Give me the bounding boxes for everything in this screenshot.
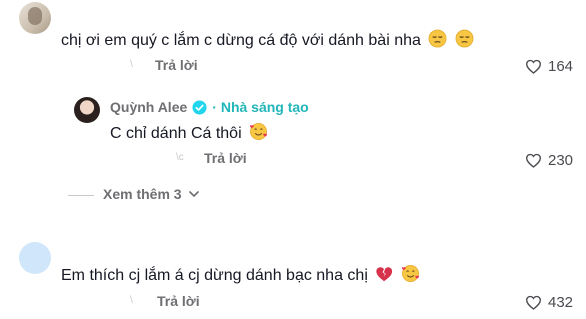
smiling-face-with-hearts-icon: [401, 265, 419, 282]
like-count: 230: [548, 152, 574, 169]
view-more-button[interactable]: Xem thêm 3: [103, 186, 200, 202]
pensive-face-icon: [455, 29, 474, 48]
timestamp-faded: \: [130, 59, 133, 70]
like-count: 432: [548, 294, 574, 311]
username[interactable]: Quỳnh Alee: [110, 99, 187, 115]
view-more-label: Xem thêm 3: [103, 186, 182, 202]
comment-text: Em thích cj lắm á cj dừng dánh bạc nha c…: [61, 264, 420, 285]
verified-icon: [192, 99, 207, 115]
smiling-face-with-hearts-icon: [250, 123, 268, 140]
reply-button[interactable]: Trả lời: [204, 150, 247, 166]
comment-text: chị ơi em quý c lắm c dừng cá độ với dán…: [61, 29, 474, 50]
pensive-face-icon: [428, 29, 447, 48]
reply-header: Quỳnh Alee · Nhà sáng tạo: [110, 99, 309, 115]
reply-button[interactable]: Trả lời: [155, 57, 198, 73]
timestamp-faded: \: [130, 295, 133, 306]
chevron-down-icon: [188, 191, 199, 197]
like-button[interactable]: 432: [525, 294, 573, 311]
avatar[interactable]: [19, 242, 51, 274]
like-count: 164: [548, 58, 574, 75]
timestamp-faded: \c: [176, 152, 184, 163]
reply-button[interactable]: Trả lời: [157, 293, 200, 309]
creator-label: · Nhà sáng tạo: [212, 99, 309, 115]
like-button[interactable]: 230: [525, 152, 573, 169]
avatar[interactable]: [19, 2, 51, 34]
heart-outline-icon: [525, 153, 542, 168]
reply-text: C chỉ dánh Cá thôi: [110, 122, 268, 143]
heart-outline-icon: [525, 295, 542, 310]
broken-heart-icon: [376, 267, 393, 282]
divider-line: [68, 195, 94, 196]
heart-outline-icon: [525, 59, 542, 74]
like-button[interactable]: 164: [525, 58, 573, 75]
creator-avatar[interactable]: [74, 97, 100, 123]
